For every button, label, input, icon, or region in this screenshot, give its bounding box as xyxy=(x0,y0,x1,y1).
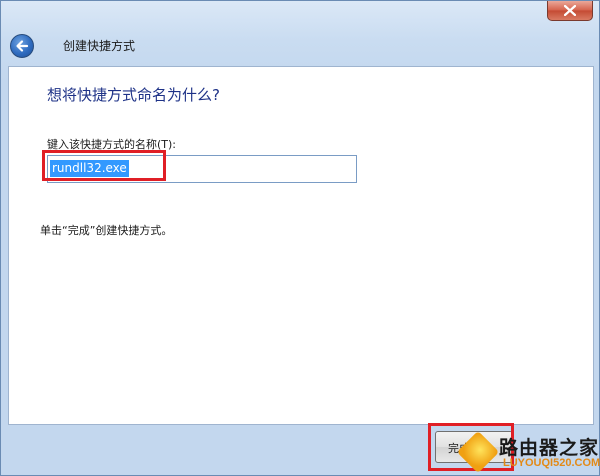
finish-hint-text: 单击“完成”创建快捷方式。 xyxy=(40,224,173,237)
page-heading: 想将快捷方式命名为什么? xyxy=(47,86,220,104)
highlight-box-input xyxy=(42,150,166,181)
wizard-window: 创建快捷方式 想将快捷方式命名为什么? 键入该快捷方式的名称(T): rundl… xyxy=(0,0,600,476)
back-button[interactable] xyxy=(10,34,34,58)
close-button[interactable] xyxy=(547,1,593,21)
window-title: 创建快捷方式 xyxy=(63,39,136,53)
watermark-name: 路由器之家 xyxy=(499,437,600,459)
site-watermark: 路由器之家 LUYOUQI520.COM xyxy=(456,430,600,475)
watermark-url: LUYOUQI520.COM xyxy=(503,457,600,469)
close-icon xyxy=(564,5,576,16)
back-arrow-icon xyxy=(16,40,29,52)
router-logo-icon xyxy=(456,430,500,474)
wizard-content-panel: 想将快捷方式命名为什么? 键入该快捷方式的名称(T): rundll32.exe… xyxy=(8,66,594,425)
